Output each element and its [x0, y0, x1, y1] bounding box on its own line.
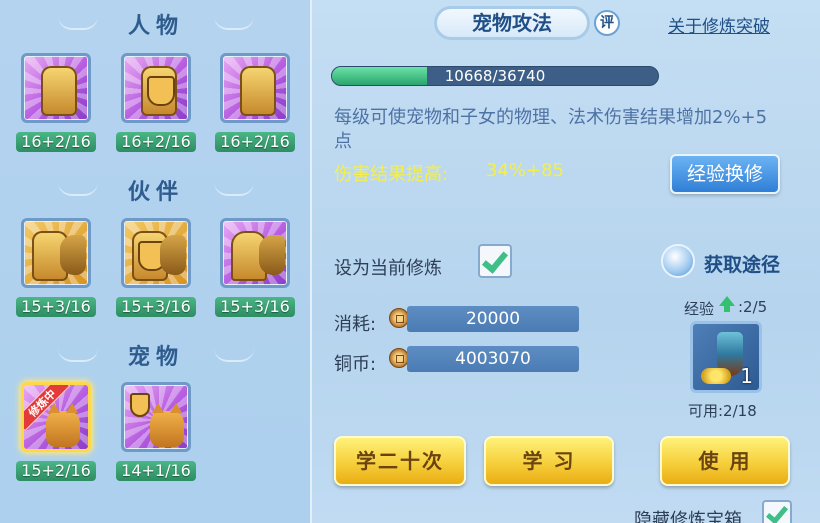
cultivation-window: 人物 16+2/16 16+2/16 16+2/16 伙伴 15+3/16 15… [0, 0, 820, 523]
exp-item-label: 经验 [684, 300, 715, 318]
section-title-pet: 宠物 [127, 345, 184, 370]
slot-character-2[interactable] [121, 53, 191, 123]
exp-exchange-button[interactable]: 经验换修 [670, 154, 780, 194]
slot-partner-2[interactable] [121, 218, 191, 288]
section-title-character: 人物 [127, 14, 184, 39]
character-meditate-icon [41, 66, 77, 116]
effect-label: 伤害结果提高: [334, 164, 449, 185]
copper-coin-icon [389, 348, 409, 368]
exp-progress-text: 10668/36740 [444, 67, 546, 85]
skill-title: 宠物攻法 [434, 6, 590, 40]
obtain-source-link[interactable]: 获取途径 [704, 250, 780, 277]
hide-chest-label: 隐藏修炼宝箱 [634, 510, 742, 523]
available-count: 可用:2/18 [688, 402, 757, 420]
pet-defense-icon [150, 403, 184, 447]
gold-coins-icon [701, 368, 731, 384]
breakthrough-link[interactable]: 关于修炼突破 [668, 12, 770, 37]
hide-chest-checkbox[interactable] [762, 500, 792, 523]
check-icon [765, 501, 789, 523]
arrow-up-icon [719, 296, 735, 312]
pet-attack-icon [46, 403, 80, 447]
slot-pet-1[interactable]: 修炼中 [21, 382, 91, 452]
slot-level-character-1: 16+2/16 [16, 132, 96, 152]
beast-head-icon [160, 235, 186, 275]
slot-level-character-2: 16+2/16 [116, 132, 196, 152]
cultivation-category-panel: 人物 16+2/16 16+2/16 16+2/16 伙伴 15+3/16 15… [0, 0, 312, 523]
use-button[interactable]: 使 用 [660, 436, 790, 486]
slot-character-3[interactable] [220, 53, 290, 123]
slot-level-partner-1: 15+3/16 [16, 297, 96, 317]
slot-level-partner-2: 15+3/16 [116, 297, 196, 317]
set-current-checkbox[interactable] [478, 244, 512, 278]
copper-label: 铜币: [334, 354, 377, 375]
slot-level-pet-2: 14+1/16 [116, 461, 196, 481]
set-current-label: 设为当前修炼 [334, 258, 442, 279]
learn-twenty-button[interactable]: 学二十次 [334, 436, 466, 486]
character-stance-icon [240, 66, 276, 116]
learn-button[interactable]: 学 习 [484, 436, 614, 486]
copper-coin-icon [389, 308, 409, 328]
section-title-partner: 伙伴 [127, 180, 184, 205]
effect-value: 34%+85 [486, 160, 564, 181]
slot-level-pet-1: 15+2/16 [16, 461, 96, 481]
exp-item-value: :2/5 [738, 298, 768, 316]
skill-description: 每级可使宠物和子女的物理、法术伤害结果增加2%+5点 [334, 107, 768, 152]
copper-value: 4003070 [407, 346, 579, 372]
slot-level-partner-3: 15+3/16 [215, 297, 295, 317]
slot-character-1[interactable] [21, 53, 91, 123]
shield-icon [130, 393, 150, 417]
cost-value: 20000 [407, 306, 579, 332]
obtain-source-icon[interactable] [661, 244, 695, 278]
beast-head-icon [60, 235, 86, 275]
rate-button[interactable]: 评 [594, 10, 620, 36]
training-chest-item[interactable]: 1 [690, 321, 762, 393]
exp-progress-bar: 10668/36740 [331, 66, 659, 86]
item-count: 1 [740, 364, 753, 388]
character-armor-icon [141, 66, 177, 116]
slot-partner-3[interactable] [220, 218, 290, 288]
check-icon [481, 246, 509, 274]
slot-partner-1[interactable] [21, 218, 91, 288]
slot-pet-2[interactable] [121, 382, 191, 452]
cost-label: 消耗: [334, 314, 377, 335]
beast-head-icon [259, 235, 285, 275]
slot-level-character-3: 16+2/16 [215, 132, 295, 152]
